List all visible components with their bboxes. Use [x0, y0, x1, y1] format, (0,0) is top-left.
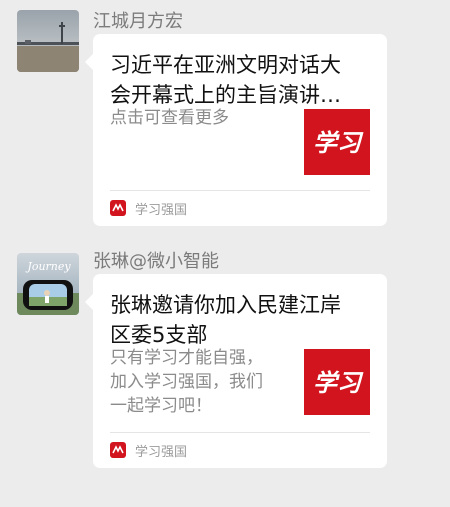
- card-description: 点击可查看更多: [110, 108, 229, 128]
- xuexi-logo-icon: 学习: [313, 128, 364, 157]
- card-thumbnail: 学习: [304, 109, 370, 175]
- share-card-bubble[interactable]: 张琳邀请你加入民建江岸 区委5支部 只有学习才能自强， 加入学习强国，我们 一起…: [85, 274, 387, 468]
- share-card-bubble[interactable]: 习近平在亚洲文明对话大 会开幕式上的主旨演讲… 点击可查看更多 学习 学习强国: [85, 34, 387, 226]
- card-thumbnail: 学习: [304, 349, 370, 415]
- sender-name: 江城月方宏: [93, 11, 183, 32]
- bridge-photo-avatar: [17, 10, 79, 72]
- card-title: 张琳邀请你加入民建江岸 区委5支部: [110, 293, 341, 347]
- avatar-jiangcheng[interactable]: [17, 10, 79, 72]
- xuexi-source-icon: [110, 200, 126, 216]
- card-source: 学习强国: [110, 198, 187, 218]
- chat-message-2: Journey 张琳@微小智能 张琳邀请你加入民建江岸 区委5支部 只有学习才能…: [0, 240, 450, 507]
- avatar-zhanglin[interactable]: Journey: [17, 253, 79, 315]
- avatar-caption: Journey: [25, 260, 71, 273]
- card-description: 只有学习才能自强， 加入学习强国，我们 一起学习吧！: [110, 348, 263, 416]
- xuexi-source-icon: [110, 442, 126, 458]
- svg-text:学习: 学习: [313, 368, 364, 397]
- chat-message-1: 江城月方宏 习近平在亚洲文明对话大 会开幕式上的主旨演讲… 点击可查看更多 学习…: [0, 0, 450, 240]
- journey-photo-avatar: Journey: [17, 253, 79, 315]
- sender-name: 张琳@微小智能: [93, 251, 219, 272]
- card-title: 习近平在亚洲文明对话大 会开幕式上的主旨演讲…: [110, 53, 341, 107]
- card-divider: [110, 432, 370, 433]
- card-source: 学习强国: [110, 440, 187, 460]
- xuexi-logo-icon: 学习: [313, 368, 364, 397]
- source-label: 学习强国: [135, 202, 188, 218]
- source-label: 学习强国: [135, 444, 188, 460]
- svg-text:学习: 学习: [313, 128, 364, 157]
- card-divider: [110, 190, 370, 191]
